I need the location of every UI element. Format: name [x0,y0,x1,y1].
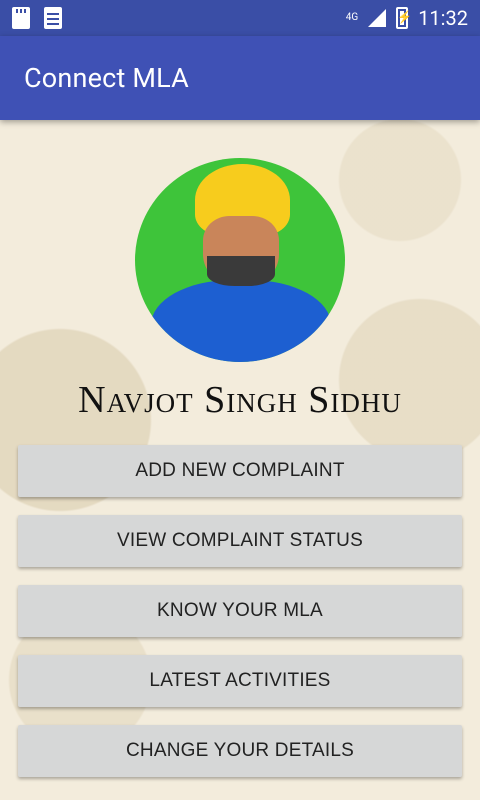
notification-icon [44,7,62,29]
sd-card-icon [12,7,30,29]
signal-icon [368,9,387,27]
profile-photo-beard [207,256,275,286]
main-content: Navjot Singh Sidhu ADD NEW COMPLAINT VIE… [0,120,480,800]
view-complaint-status-button[interactable]: VIEW COMPLAINT STATUS [18,515,462,567]
latest-activities-button[interactable]: LATEST ACTIVITIES [18,655,462,707]
profile-photo [135,158,345,362]
know-your-mla-button[interactable]: KNOW YOUR MLA [18,585,462,637]
app-title: Connect MLA [24,62,189,94]
network-type: 4G [345,12,359,23]
change-your-details-button[interactable]: CHANGE YOUR DETAILS [18,725,462,777]
mla-name: Navjot Singh Sidhu [78,379,402,421]
app-bar: Connect MLA [0,36,480,120]
profile-photo-shirt [151,280,331,362]
add-new-complaint-button[interactable]: ADD NEW COMPLAINT [18,445,462,497]
battery-charging-icon [396,7,412,29]
status-bar: 4G 11:32 [0,0,480,36]
status-time: 11:32 [418,6,468,30]
